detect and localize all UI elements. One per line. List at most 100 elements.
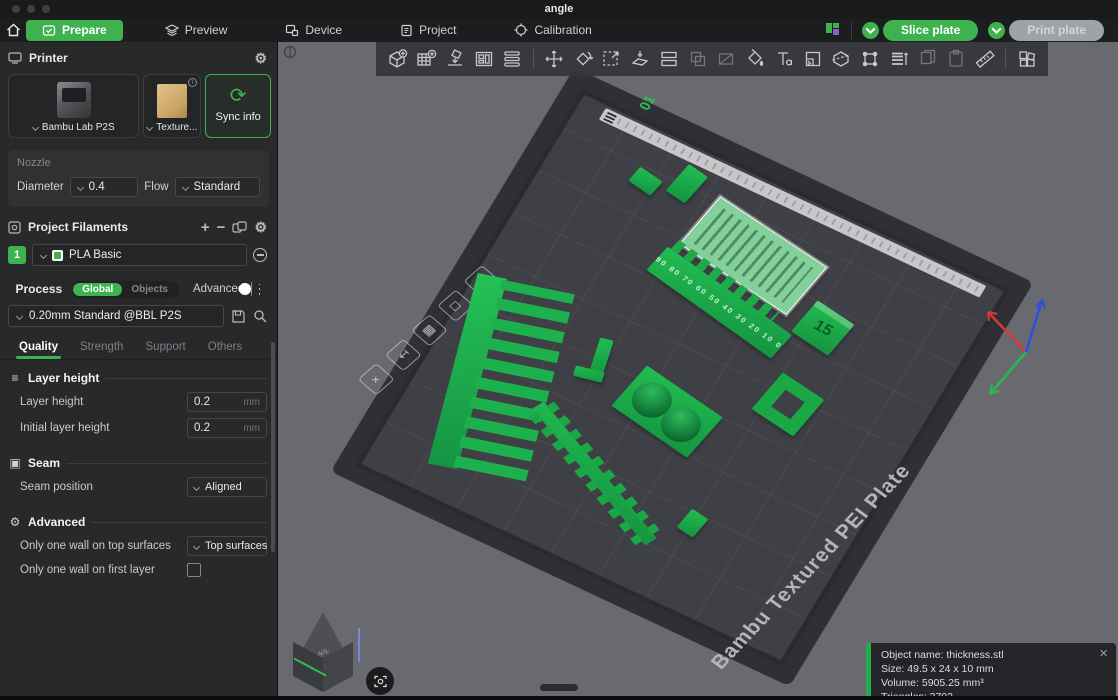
seam-paint-icon[interactable]	[857, 45, 884, 73]
advanced-toggle[interactable]	[239, 282, 253, 296]
sync-info-card[interactable]: ⟳ Sync info	[205, 74, 272, 138]
one-wall-first-layer-checkbox[interactable]	[187, 563, 201, 577]
build-plate[interactable]: 01 × ↧ ▦ ◻ ⚙ Bambu Textured PEI Plate 90…	[354, 88, 1011, 673]
remove-filament-circle-icon[interactable]	[253, 248, 267, 262]
split-horizontal-icon[interactable]	[656, 45, 683, 73]
split-to-objects-icon	[684, 45, 711, 73]
tab-project[interactable]: Project	[384, 20, 472, 41]
view-cube[interactable]: Top	[292, 612, 362, 694]
filaments-section-header: Project Filaments + − ⚙	[0, 215, 277, 239]
text-tool-icon[interactable]	[771, 45, 798, 73]
collapse-sidebar-icon[interactable]	[283, 45, 297, 59]
add-object-icon[interactable]	[384, 45, 411, 73]
measure-icon[interactable]	[972, 45, 999, 73]
printer-icon	[8, 52, 22, 64]
model-sphere-tray[interactable]	[611, 365, 723, 458]
param-row: Layer height 0.2 mm	[0, 389, 277, 415]
tab-strength[interactable]: Strength	[71, 337, 132, 359]
scale-icon[interactable]	[598, 45, 625, 73]
slice-dropdown-chevron-icon[interactable]	[861, 21, 879, 39]
info-triangles: Triangles: 3702	[881, 691, 1106, 696]
lay-on-face-icon[interactable]	[627, 45, 654, 73]
model-small-block[interactable]	[628, 166, 663, 196]
model-hollow-square[interactable]	[751, 372, 825, 437]
nozzle-diameter-select[interactable]: 0.4	[69, 177, 139, 197]
model-cube-15[interactable]: 15	[791, 300, 855, 356]
plate-image	[157, 84, 188, 118]
camera-reset-button[interactable]	[366, 667, 394, 695]
assembly-view-icon[interactable]	[1013, 45, 1040, 73]
filament-sync-icon[interactable]	[232, 220, 248, 234]
add-filament-icon[interactable]: +	[201, 220, 210, 235]
add-plate-icon[interactable]	[413, 45, 440, 73]
plate-qr-code	[603, 111, 618, 124]
print-dropdown-chevron-icon[interactable]	[988, 21, 1006, 39]
viewport-3d[interactable]: 01 × ↧ ▦ ◻ ⚙ Bambu Textured PEI Plate 90…	[278, 42, 1118, 696]
nozzle-group: Nozzle Diameter 0.4 Flow Standard	[8, 150, 269, 207]
title-bar: angle	[0, 0, 1118, 18]
home-icon[interactable]	[0, 23, 26, 37]
filament-select[interactable]: PLA Basic	[32, 244, 247, 266]
group-layer-height: ≡ Layer height	[0, 366, 277, 389]
scope-global[interactable]: Global	[73, 282, 123, 296]
model-small-bracket[interactable]	[665, 164, 709, 204]
timeline-slider-handle[interactable]	[540, 684, 578, 691]
layer-height-icon: ≡	[11, 371, 19, 385]
tab-prepare[interactable]: Prepare	[26, 19, 123, 41]
plate-info-icon[interactable]: i	[188, 78, 198, 87]
sidebar-scrollbar[interactable]	[271, 342, 275, 552]
save-preset-icon[interactable]	[231, 309, 246, 324]
variable-layer-height-icon[interactable]	[885, 45, 912, 73]
tab-preview[interactable]: Preview	[149, 20, 244, 41]
info-volume: Volume: 5905.25 mm³	[881, 676, 984, 689]
bambu-studio-window: angle Prepare Preview Device Project Cal…	[0, 0, 1118, 700]
build-plate-card[interactable]: i Texture...	[143, 74, 202, 138]
tab-support[interactable]: Support	[136, 337, 194, 359]
tab-device[interactable]: Device	[269, 20, 358, 41]
param-row: Seam position Aligned	[0, 474, 277, 500]
initial-layer-height-input[interactable]: 0.2 mm	[187, 418, 267, 438]
toolbar-separator	[532, 49, 534, 69]
search-preset-icon[interactable]	[253, 309, 267, 323]
color-paint-icon[interactable]	[742, 45, 769, 73]
group-seam: ▣ Seam	[0, 451, 277, 474]
model-small-piece[interactable]	[676, 508, 709, 538]
cut-tool-icon[interactable]	[828, 45, 855, 73]
printer-image	[56, 82, 91, 118]
arrange-icon[interactable]	[470, 45, 497, 73]
printer-section-header: Printer ⚙	[0, 46, 277, 70]
process-section-header: Process Global Objects Advanced	[0, 277, 277, 301]
object-info-box: × Object name: thickness.stl Size: 49.5 …	[866, 643, 1116, 696]
process-preset-select[interactable]: 0.20mm Standard @BBL P2S	[8, 305, 224, 327]
support-paint-icon[interactable]	[799, 45, 826, 73]
print-plate-button[interactable]: Print plate	[1009, 19, 1104, 41]
printer-settings-gear-icon[interactable]: ⚙	[254, 50, 267, 67]
remove-filament-icon[interactable]: −	[217, 220, 226, 235]
process-preset-row: 0.20mm Standard @BBL P2S	[0, 301, 277, 333]
tab-others[interactable]: Others	[199, 337, 252, 359]
scope-objects[interactable]: Objects	[122, 283, 177, 296]
tab-quality[interactable]: Quality	[10, 337, 67, 359]
split-to-plates-icon[interactable]	[499, 45, 526, 73]
filament-slot-badge: 1	[8, 246, 26, 264]
rotate-icon[interactable]	[569, 45, 596, 73]
slice-plate-button[interactable]: Slice plate	[882, 19, 979, 41]
seam-position-select[interactable]: Aligned	[187, 477, 267, 497]
one-wall-top-select[interactable]: Top surfaces	[187, 536, 267, 556]
copy-icon	[914, 45, 941, 73]
toolbar-separator	[1005, 49, 1007, 69]
printer-model-card[interactable]: Bambu Lab P2S	[8, 74, 140, 138]
auto-orient-icon[interactable]	[441, 45, 468, 73]
axis-gizmo	[986, 299, 1047, 396]
group-advanced: ⚙ Advanced	[0, 510, 277, 533]
plate-status-icon[interactable]	[825, 22, 841, 38]
nozzle-flow-select[interactable]: Standard	[174, 177, 260, 197]
layer-height-input[interactable]: 0.2 mm	[187, 392, 267, 412]
sync-refresh-icon: ⟳	[229, 84, 247, 107]
filament-color-chip	[52, 249, 63, 261]
tab-calibration[interactable]: Calibration	[498, 20, 607, 41]
move-icon[interactable]	[541, 45, 568, 73]
seam-icon: ▣	[9, 456, 21, 470]
close-info-icon[interactable]: ×	[1099, 646, 1108, 661]
filament-settings-gear-icon[interactable]: ⚙	[254, 219, 267, 236]
